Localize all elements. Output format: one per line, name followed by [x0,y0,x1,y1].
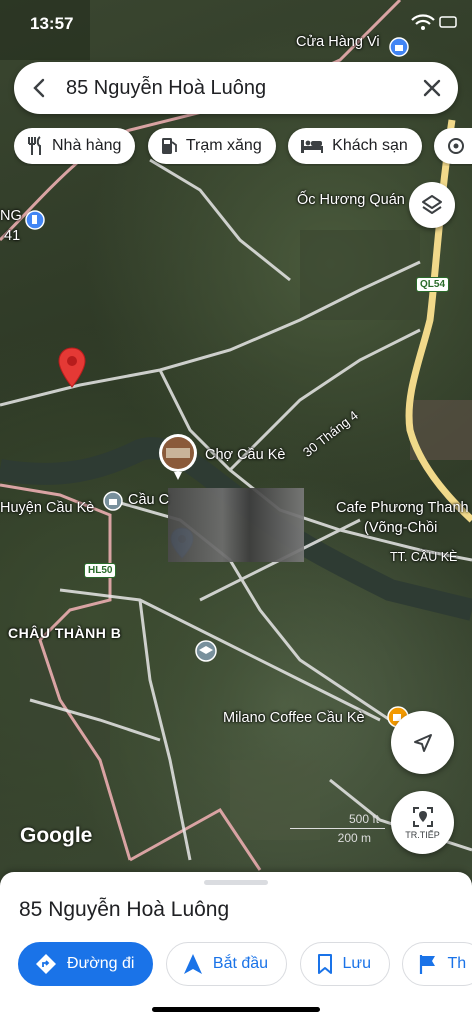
scale-ft: 500 ft [348,812,379,826]
blurred-region [168,488,304,562]
wifi-icon [411,14,457,30]
map-label-store[interactable]: Cửa Hàng Vi [296,34,380,50]
save-button[interactable]: Lưu [299,942,391,986]
map-label-chau-thanh-b: CHÂU THÀNH B [8,625,122,641]
back-arrow-icon [33,78,45,98]
place-title: 85 Nguyễn Hoà Luông [19,898,230,921]
attraction-icon [448,138,465,154]
place-bottom-sheet[interactable]: 85 Nguyễn Hoà Luông Đường đi Bắt đầu Lưu [0,872,472,1024]
map-label-tt-cau-ke: TT. CẦU KÈ [390,550,458,564]
clear-search-button[interactable] [406,62,458,114]
map-label-cafe-phuong-thanh-sub: (Võng-Chồi [364,520,438,536]
layers-icon [422,195,442,214]
school-poi-icon[interactable] [195,640,217,662]
map-label-left-edge: NG [0,208,22,224]
restaurant-icon [28,136,41,155]
more-action-label: Th [447,955,467,972]
chip-label: Khách sạn [332,137,408,154]
chip-restaurants[interactable]: Nhà hàng [14,128,136,164]
flag-icon [420,955,436,974]
map-label-milano-coffee[interactable]: Milano Coffee Cầu Kè [223,710,365,726]
map-label-cafe-phuong-thanh[interactable]: Cafe Phương Thanh [336,500,469,516]
layers-button[interactable] [409,182,455,228]
close-icon [423,79,441,97]
gas-station-poi-icon[interactable] [25,210,45,230]
government-poi-icon[interactable] [103,491,123,511]
shopping-poi-icon[interactable] [389,37,409,57]
my-location-button[interactable] [391,711,454,774]
map-label-cau-c: Cầu C [128,492,170,508]
map-label-huyen-cau-ke[interactable]: Huyện Cầu Kè [0,500,94,516]
navigation-start-icon [183,954,202,974]
navigation-arrow-icon [413,733,432,752]
hotel-icon [301,140,324,153]
chip-label: Trạm xăng [185,137,262,154]
chip-gas-stations[interactable]: Trạm xăng [147,128,276,164]
sheet-drag-handle[interactable] [204,880,268,885]
directions-button[interactable]: Đường đi [18,942,154,986]
road-shield-hl50: HL50 [84,563,117,578]
map-label-cho-cau-ke[interactable]: Chợ Cầu Kè [205,447,285,463]
directions-label: Đường đi [67,955,135,972]
chip-label: Nhà hàng [52,137,122,154]
chip-attractions[interactable]: Đị [434,128,472,164]
live-view-label: TR.TIẾP [405,830,440,840]
start-label: Bắt đầu [212,955,269,972]
save-label: Lưu [342,955,372,972]
live-view-icon [412,807,433,827]
live-view-button[interactable]: TR.TIẾP [391,791,454,854]
start-button[interactable]: Bắt đầu [165,942,288,986]
home-indicator [152,1007,320,1012]
directions-icon [36,954,56,974]
map-scale: 500 ft 200 m [290,812,385,845]
scale-m: 200 m [337,831,371,845]
search-query[interactable]: 85 Nguyễn Hoà Luông [66,77,406,100]
back-button[interactable] [14,62,66,114]
bookmark-icon [317,954,332,974]
map-label-oc-huong[interactable]: Ốc Hương Quán [297,192,405,208]
location-pin-icon[interactable] [57,347,87,389]
highway-shield-ql54: QL54 [416,277,450,292]
status-time: 13:57 [30,14,74,33]
search-bar[interactable]: 85 Nguyễn Hoà Luông [14,62,458,114]
category-chips: Nhà hàng Trạm xăng Khách sạn [14,128,472,166]
gas-station-icon [161,138,177,154]
action-buttons: Đường đi Bắt đầu Lưu Th [18,942,472,988]
google-logo: Google [20,824,93,847]
map-label-left-edge-2: 41 [4,228,21,244]
chip-hotels[interactable]: Khách sạn [288,128,422,164]
more-action-button[interactable]: Th [402,942,472,986]
market-photo-pin-icon[interactable] [157,432,199,482]
satellite-map[interactable]: 13:57 85 Nguyễn Hoà Luông Nhà hàng Trạm … [0,0,472,880]
